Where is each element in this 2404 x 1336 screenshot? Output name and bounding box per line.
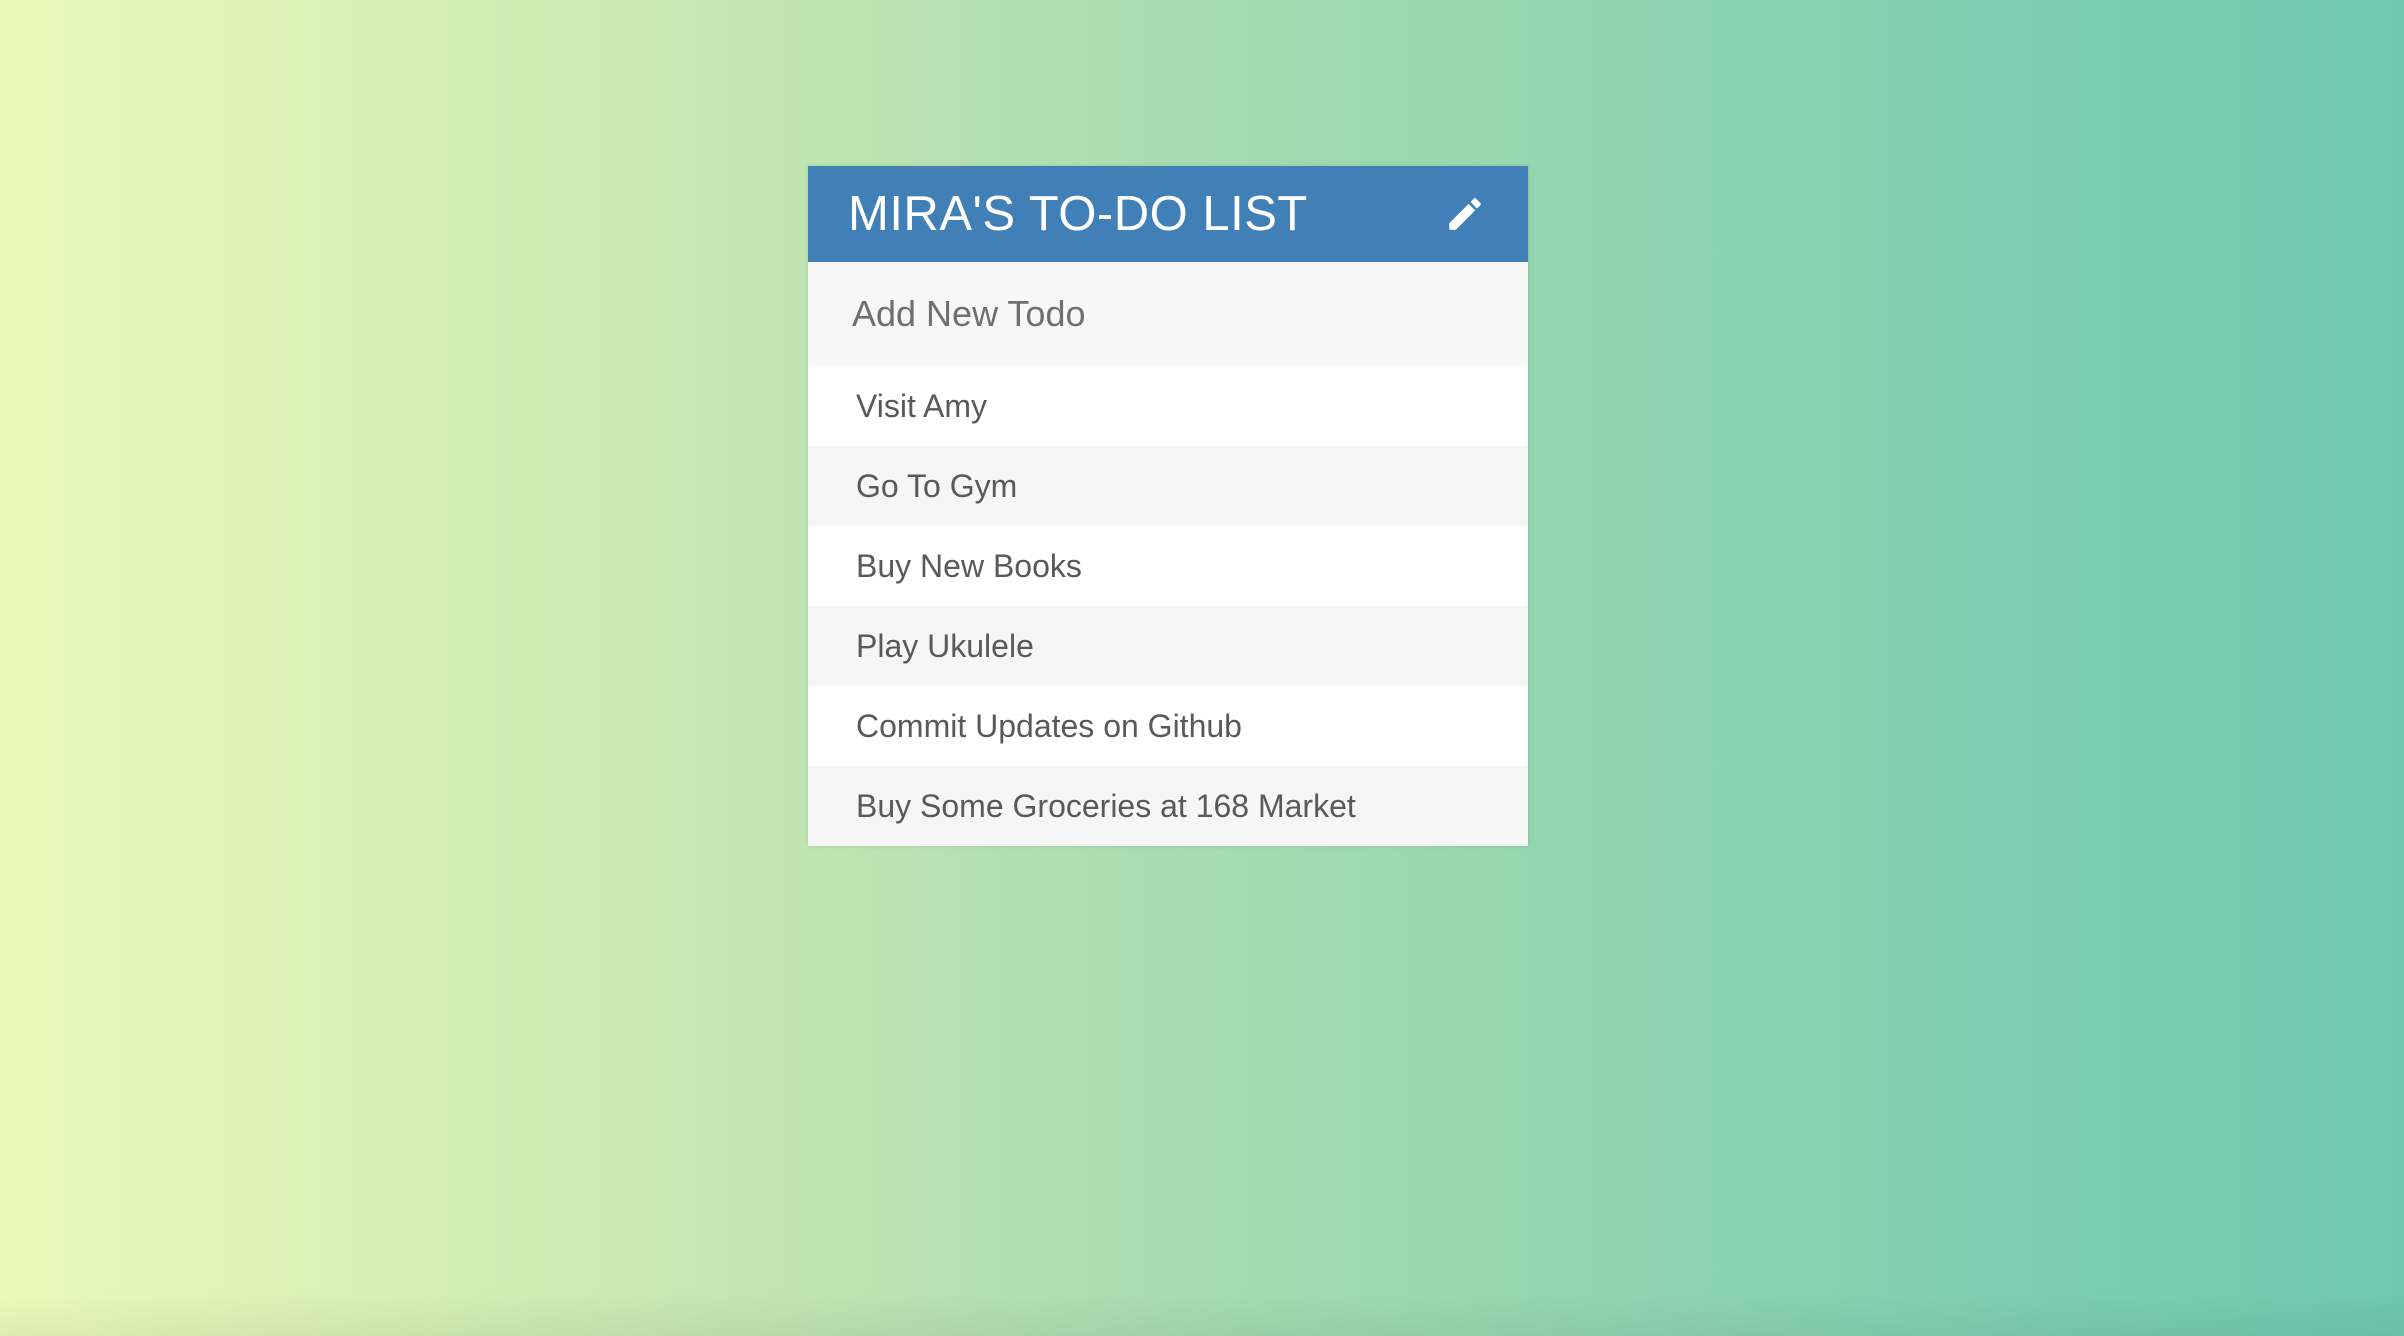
todo-item-label: Play Ukulele — [856, 627, 1034, 664]
pencil-icon[interactable] — [1442, 191, 1488, 237]
todo-item-label: Visit Amy — [856, 387, 987, 424]
todo-list: Visit Amy Go To Gym Buy New Books Play U… — [808, 366, 1528, 846]
todo-item-label: Buy Some Groceries at 168 Market — [856, 787, 1356, 824]
new-todo-input[interactable] — [808, 262, 1528, 366]
todo-item-label: Go To Gym — [856, 467, 1018, 504]
todo-card: MIRA'S TO-DO LIST Visit Amy Go To Gym Bu… — [808, 166, 1528, 846]
todo-item[interactable]: Play Ukulele — [808, 606, 1528, 686]
todo-header: MIRA'S TO-DO LIST — [808, 166, 1528, 262]
todo-item[interactable]: Commit Updates on Github — [808, 686, 1528, 766]
page-title: MIRA'S TO-DO LIST — [848, 187, 1308, 241]
todo-item[interactable]: Buy Some Groceries at 168 Market — [808, 766, 1528, 846]
bottom-shade — [0, 1292, 2404, 1336]
todo-item[interactable]: Buy New Books — [808, 526, 1528, 606]
todo-item-label: Buy New Books — [856, 547, 1082, 584]
todo-item[interactable]: Visit Amy — [808, 366, 1528, 446]
todo-item-label: Commit Updates on Github — [856, 707, 1242, 744]
todo-item[interactable]: Go To Gym — [808, 446, 1528, 526]
